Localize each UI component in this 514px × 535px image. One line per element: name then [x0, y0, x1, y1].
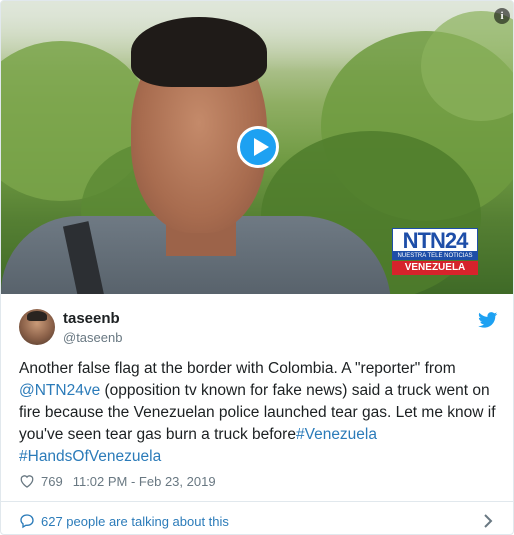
video-player[interactable]: i NTN24 NUESTRA TELE NOTICIAS VENEZUELA [1, 1, 513, 294]
like-count[interactable]: 769 [41, 474, 63, 489]
reporter-hair [131, 17, 267, 87]
hashtag-link[interactable]: #HandsOfVenezuela [19, 448, 161, 465]
mention-link[interactable]: @NTN24ve [19, 382, 100, 399]
ntn24-brand: NTN24 [392, 228, 478, 253]
footer-divider [1, 501, 513, 502]
twitter-bird-icon[interactable] [478, 312, 498, 328]
tweet-text-part: Another false flag at the border with Co… [19, 360, 456, 377]
hashtag-link[interactable]: #Venezuela [296, 426, 377, 443]
talking-count[interactable]: 627 people are talking about this [41, 514, 229, 529]
tweet-meta: 769 11:02 PM - Feb 23, 2019 [19, 471, 216, 491]
play-icon [254, 138, 269, 156]
ntn24-tagline: NUESTRA TELE NOTICIAS [392, 252, 478, 260]
embedded-tweet-card: i NTN24 NUESTRA TELE NOTICIAS VENEZUELA … [0, 0, 514, 535]
info-icon[interactable]: i [494, 8, 510, 24]
speech-bubble-icon [20, 514, 34, 529]
tweet-text: Another false flag at the border with Co… [19, 358, 499, 468]
author-handle[interactable]: @taseenb [63, 330, 122, 345]
chevron-right-icon[interactable] [483, 514, 493, 528]
avatar[interactable] [19, 309, 55, 345]
play-button[interactable] [237, 126, 279, 168]
author-display-name[interactable]: taseenb [63, 310, 120, 327]
ntn24-watermark: NTN24 NUESTRA TELE NOTICIAS VENEZUELA [392, 228, 478, 276]
tweet-timestamp[interactable]: 11:02 PM - Feb 23, 2019 [73, 474, 216, 489]
conversation-link[interactable]: 627 people are talking about this [19, 510, 499, 532]
tweet-author-header: taseenb @taseenb [19, 306, 499, 350]
heart-icon[interactable] [19, 474, 35, 488]
ntn24-region: VENEZUELA [392, 261, 478, 275]
